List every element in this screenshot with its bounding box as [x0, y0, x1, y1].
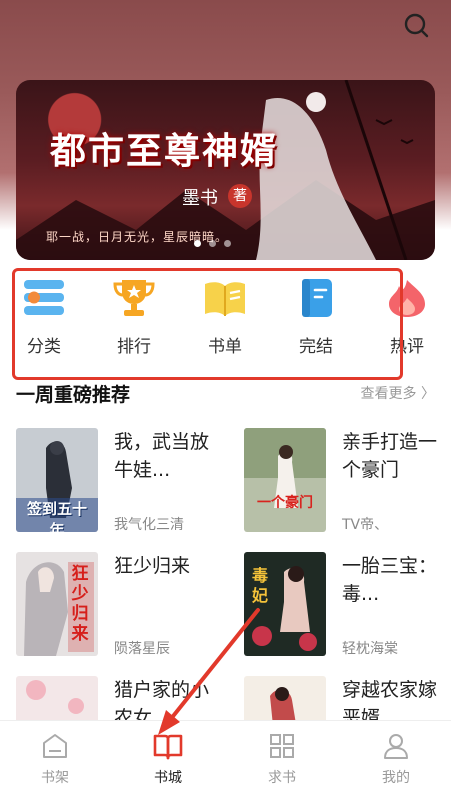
category-entry-ranking[interactable]: 排行 [104, 278, 164, 357]
cover-text: 一个豪门 [257, 495, 313, 511]
tab-label: 求书 [268, 770, 296, 786]
pager-dot[interactable] [194, 240, 201, 247]
book-title: 我，武当放牛娃... [114, 431, 210, 481]
cover-text: 狂少归来 [71, 564, 89, 644]
category-entry-classify[interactable]: 分类 [14, 278, 74, 357]
category-list-icon [22, 278, 66, 318]
pager-dot[interactable] [224, 240, 231, 247]
cover-text: 签到五十年 [26, 500, 87, 532]
tab-label: 书架 [41, 770, 69, 786]
banner-author: 墨书 [182, 188, 218, 209]
category-entry-hot-reviews[interactable]: 热评 [377, 278, 437, 357]
category-label: 热评 [390, 337, 424, 357]
book-cover[interactable]: 狂少归来 [16, 552, 98, 656]
book-title: 亲手打造一个豪门 [342, 431, 438, 481]
tab-request-book[interactable]: 求书 [252, 731, 312, 787]
cover-text: 毒妃 [251, 566, 268, 605]
book-card[interactable]: 狂少归来 狂少归来 陨落星辰 [16, 552, 226, 662]
bottom-tab-bar: 书架 书城 求书 我的 [0, 720, 451, 791]
bookshelf-icon [43, 734, 67, 758]
book-author: TV帝、 [342, 517, 389, 533]
book-card[interactable]: 签到五十年 我，武当放牛娃... 我气化三清 [16, 428, 226, 538]
book-cover[interactable]: 签到五十年 [16, 428, 98, 532]
see-more-link[interactable]: 查看更多 〉 [361, 383, 435, 403]
book-author: 我气化三清 [114, 517, 184, 533]
book-cover[interactable]: 一个豪门 [244, 428, 326, 532]
banner-pager[interactable] [194, 240, 231, 247]
flame-icon [385, 278, 429, 318]
section-title: 一周重磅推荐 [16, 384, 131, 406]
grid-icon [270, 734, 294, 758]
search-icon [404, 13, 429, 38]
book-author: 陨落星辰 [114, 641, 170, 657]
book-card[interactable]: 一个豪门 亲手打造一个豪门 TV帝、 [244, 428, 451, 538]
tab-profile[interactable]: 我的 [366, 731, 426, 787]
promo-banner[interactable]: 都市至尊神婿 墨书 著 耶一战，日月无光，星辰暗暗。 [16, 80, 435, 260]
book-cover[interactable]: 毒妃 [244, 552, 326, 656]
category-label: 书单 [208, 337, 242, 357]
trophy-icon [112, 278, 156, 318]
book-title: 狂少归来 [114, 555, 191, 577]
tab-bookshelf[interactable]: 书架 [25, 731, 85, 787]
category-label: 完结 [299, 337, 333, 357]
banner-title: 都市至尊神婿 [50, 130, 279, 172]
tab-label: 我的 [382, 770, 410, 786]
book-author: 轻枕海棠 [342, 641, 398, 657]
book-city-icon [153, 734, 183, 760]
book-title: 一胎三宝：毒... [342, 555, 438, 605]
tab-book-city[interactable]: 书城 [138, 731, 198, 787]
search-button[interactable] [403, 12, 431, 40]
category-entry-finished[interactable]: 完结 [286, 278, 346, 357]
book-card[interactable]: 毒妃 一胎三宝：毒... 轻枕海棠 [244, 552, 451, 662]
pager-dot[interactable] [209, 240, 216, 247]
banner-author-seal: 著 [228, 184, 252, 208]
category-label: 分类 [27, 337, 61, 357]
profile-icon [384, 734, 408, 759]
category-label: 排行 [117, 337, 151, 357]
finished-book-icon [294, 278, 338, 318]
tab-label: 书城 [154, 770, 182, 786]
open-book-icon [203, 278, 247, 318]
category-entry-booklist[interactable]: 书单 [195, 278, 255, 357]
